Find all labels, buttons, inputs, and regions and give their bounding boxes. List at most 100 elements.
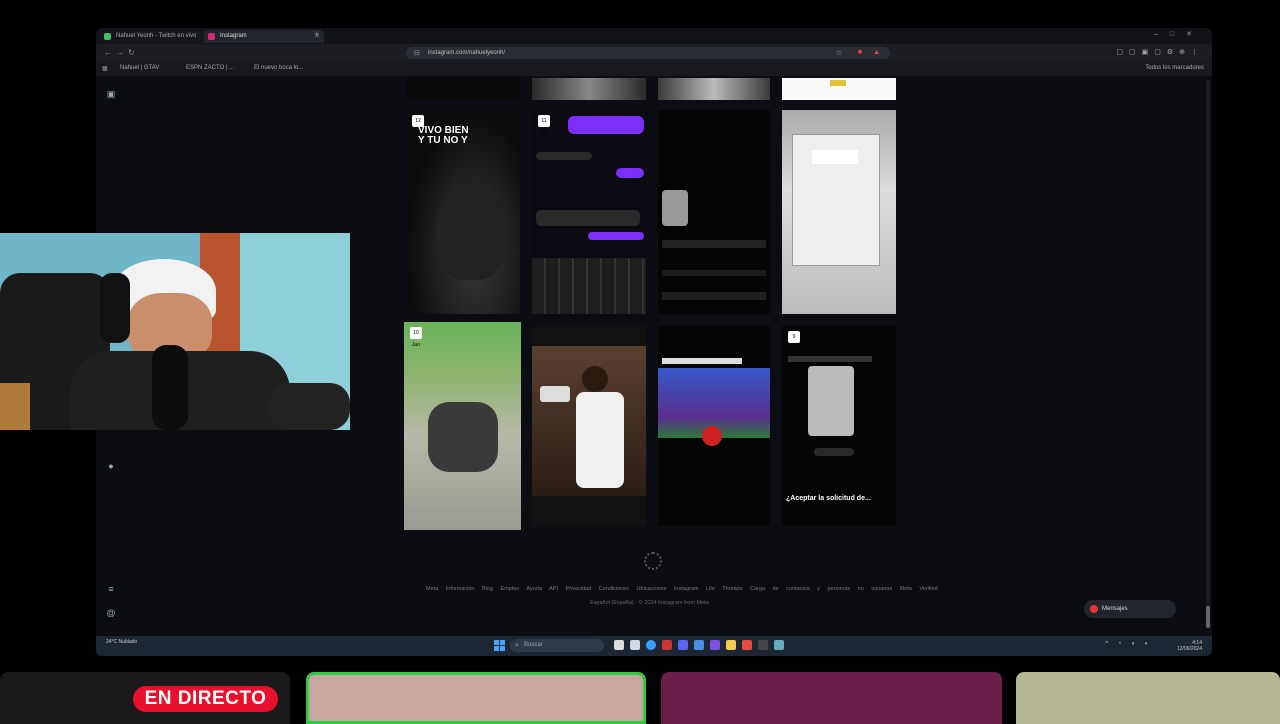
- post-thumbnail[interactable]: 11 Jun: [532, 110, 646, 314]
- all-bookmarks[interactable]: Todos los marcadores: [1145, 65, 1204, 71]
- post-thumbnail[interactable]: [782, 78, 896, 100]
- footer-copyright: Español (España) · © 2024 Instagram from…: [590, 600, 709, 606]
- chat-bubble: [588, 232, 644, 240]
- chat-bubble: [616, 168, 644, 178]
- phone-image: [662, 190, 688, 226]
- bag-image: [270, 383, 350, 430]
- dialog-image: [812, 150, 858, 164]
- clock[interactable]: 4:14 12/06/2024: [1177, 640, 1202, 652]
- discord-icon[interactable]: [678, 640, 688, 650]
- browser-tab-bar: Nahuel Yeonh - Twitch en vivo Instagram …: [96, 28, 1212, 44]
- extension-red-icon[interactable]: ▲: [873, 49, 880, 56]
- window-controls[interactable]: –□✕: [1154, 30, 1204, 38]
- new-tab-button[interactable]: +: [314, 29, 319, 39]
- live-badge: EN DIRECTO: [133, 686, 278, 712]
- taskbar-search[interactable]: ⌕ Buscar: [510, 639, 604, 652]
- text-line: [788, 356, 872, 362]
- post-thumbnail[interactable]: 10 Jun: [404, 322, 521, 530]
- screenshot-image: [808, 366, 854, 436]
- bookmarks-bar: ▦ Nahuel | GTAV ESPN ZACTO | ... El nuev…: [96, 62, 1212, 76]
- weather-widget[interactable]: 24°C Nublado: [106, 639, 137, 645]
- post-caption: VIVO BIEN Y TU NO Y: [418, 125, 469, 146]
- chrome-icon[interactable]: [742, 640, 752, 650]
- back-icon[interactable]: ←: [104, 48, 112, 57]
- apps-icon[interactable]: ▦: [102, 65, 108, 72]
- bookmark-star-icon[interactable]: ☆: [836, 49, 842, 57]
- button-row: [662, 292, 766, 300]
- app-icon[interactable]: [710, 640, 720, 650]
- scrollbar[interactable]: [1206, 80, 1210, 628]
- post-date-badge: 10 Jun: [410, 327, 422, 348]
- chair-pattern-image: [0, 383, 30, 430]
- post-thumbnail[interactable]: [658, 78, 770, 100]
- emoji-icon: [830, 80, 846, 86]
- toolbar-icons[interactable]: ▢▢▣▢⚙⊕⋮: [1116, 48, 1204, 56]
- address-toolbar: ← → ↻ ⊟ instagram.com/nahuelyeonh/ ☆ ■ ▲…: [96, 44, 1212, 62]
- keyboard-image: [532, 258, 646, 314]
- text-line: [662, 240, 766, 248]
- bookmark-item[interactable]: El nuevo boca lo...: [254, 65, 303, 71]
- microphone-image: [152, 345, 188, 430]
- start-windows-icon[interactable]: [494, 640, 505, 651]
- post-thumbnail[interactable]: 12 Jun VIVO BIEN Y TU NO Y: [406, 110, 520, 314]
- post-date-badge: 9 Jun: [788, 331, 800, 352]
- folder-icon[interactable]: [726, 640, 736, 650]
- site-info-icon[interactable]: ⊟: [414, 49, 420, 57]
- obs-icon[interactable]: [758, 640, 768, 650]
- post-thumbnail[interactable]: [406, 78, 520, 100]
- menu-icon[interactable]: ≡: [106, 584, 116, 594]
- motorcycle-image: [428, 402, 498, 472]
- app-icon[interactable]: [774, 640, 784, 650]
- messages-button[interactable]: Mensajes: [1084, 600, 1176, 618]
- post-thumbnail[interactable]: [658, 326, 770, 526]
- post-caption: ¿Aceptar la solicitud de...: [786, 495, 871, 502]
- url-bar[interactable]: ⊟ instagram.com/nahuelyeonh/ ☆ ■ ▲: [406, 47, 890, 59]
- tab-twitch[interactable]: Nahuel Yeonh - Twitch en vivo: [100, 30, 216, 43]
- twitch-favicon-icon: [104, 33, 111, 40]
- search-placeholder: Buscar: [524, 642, 543, 648]
- text-line: [662, 358, 742, 364]
- tab-label: Instagram: [220, 33, 247, 39]
- character-image: [702, 426, 722, 446]
- instagram-favicon-icon: [208, 33, 215, 40]
- tab-label: Nahuel Yeonh - Twitch en vivo: [116, 33, 197, 39]
- motorcycle-image: [436, 190, 506, 280]
- stream-card[interactable]: [306, 672, 646, 724]
- profile-sidebar-icon[interactable]: ●: [106, 461, 116, 471]
- headphone-image: [100, 273, 130, 343]
- sticker-image: [540, 386, 570, 402]
- post-date-badge: 11 Jun: [538, 115, 550, 136]
- chat-bubble: [536, 210, 640, 226]
- text-line: [662, 270, 766, 276]
- post-thumbnail[interactable]: 9 Jun ¿Aceptar la solicitud de...: [782, 326, 896, 526]
- webcam-overlay: [0, 233, 350, 430]
- stream-card[interactable]: [1016, 672, 1280, 724]
- app-icon[interactable]: [662, 640, 672, 650]
- instagram-sidebar-icon[interactable]: ▣: [106, 89, 116, 99]
- threads-icon[interactable]: @: [106, 608, 116, 618]
- file-app-icon[interactable]: [630, 640, 640, 650]
- messages-label: Mensajes: [1102, 606, 1128, 612]
- post-thumbnail[interactable]: [658, 110, 770, 314]
- post-thumbnail[interactable]: [782, 110, 896, 314]
- stream-card[interactable]: [661, 672, 1002, 724]
- app-icon[interactable]: [694, 640, 704, 650]
- loading-spinner-icon: [644, 552, 662, 570]
- search-icon: ⌕: [515, 642, 519, 649]
- extension-icon[interactable]: ■: [858, 49, 862, 56]
- task-view-icon[interactable]: [614, 640, 624, 650]
- person-image: [582, 366, 608, 392]
- footer-links[interactable]: Meta Información Blog Empleo Ayuda API P…: [426, 586, 938, 592]
- scrollbar-thumb[interactable]: [1206, 606, 1210, 628]
- post-thumbnail[interactable]: [532, 78, 646, 100]
- notification-dot-icon: [1090, 605, 1098, 613]
- system-tray-icons[interactable]: ^ ◔ ◖ ◗: [1105, 641, 1152, 647]
- bookmark-item[interactable]: ESPN ZACTO | ...: [186, 65, 234, 71]
- person-image: [576, 392, 624, 488]
- reload-icon[interactable]: ↻: [128, 48, 135, 57]
- edge-icon[interactable]: [646, 640, 656, 650]
- tab-instagram[interactable]: Instagram ✕: [204, 30, 324, 43]
- forward-icon[interactable]: →: [116, 48, 124, 57]
- post-thumbnail[interactable]: [532, 326, 646, 526]
- bookmark-item[interactable]: Nahuel | GTAV: [120, 65, 159, 71]
